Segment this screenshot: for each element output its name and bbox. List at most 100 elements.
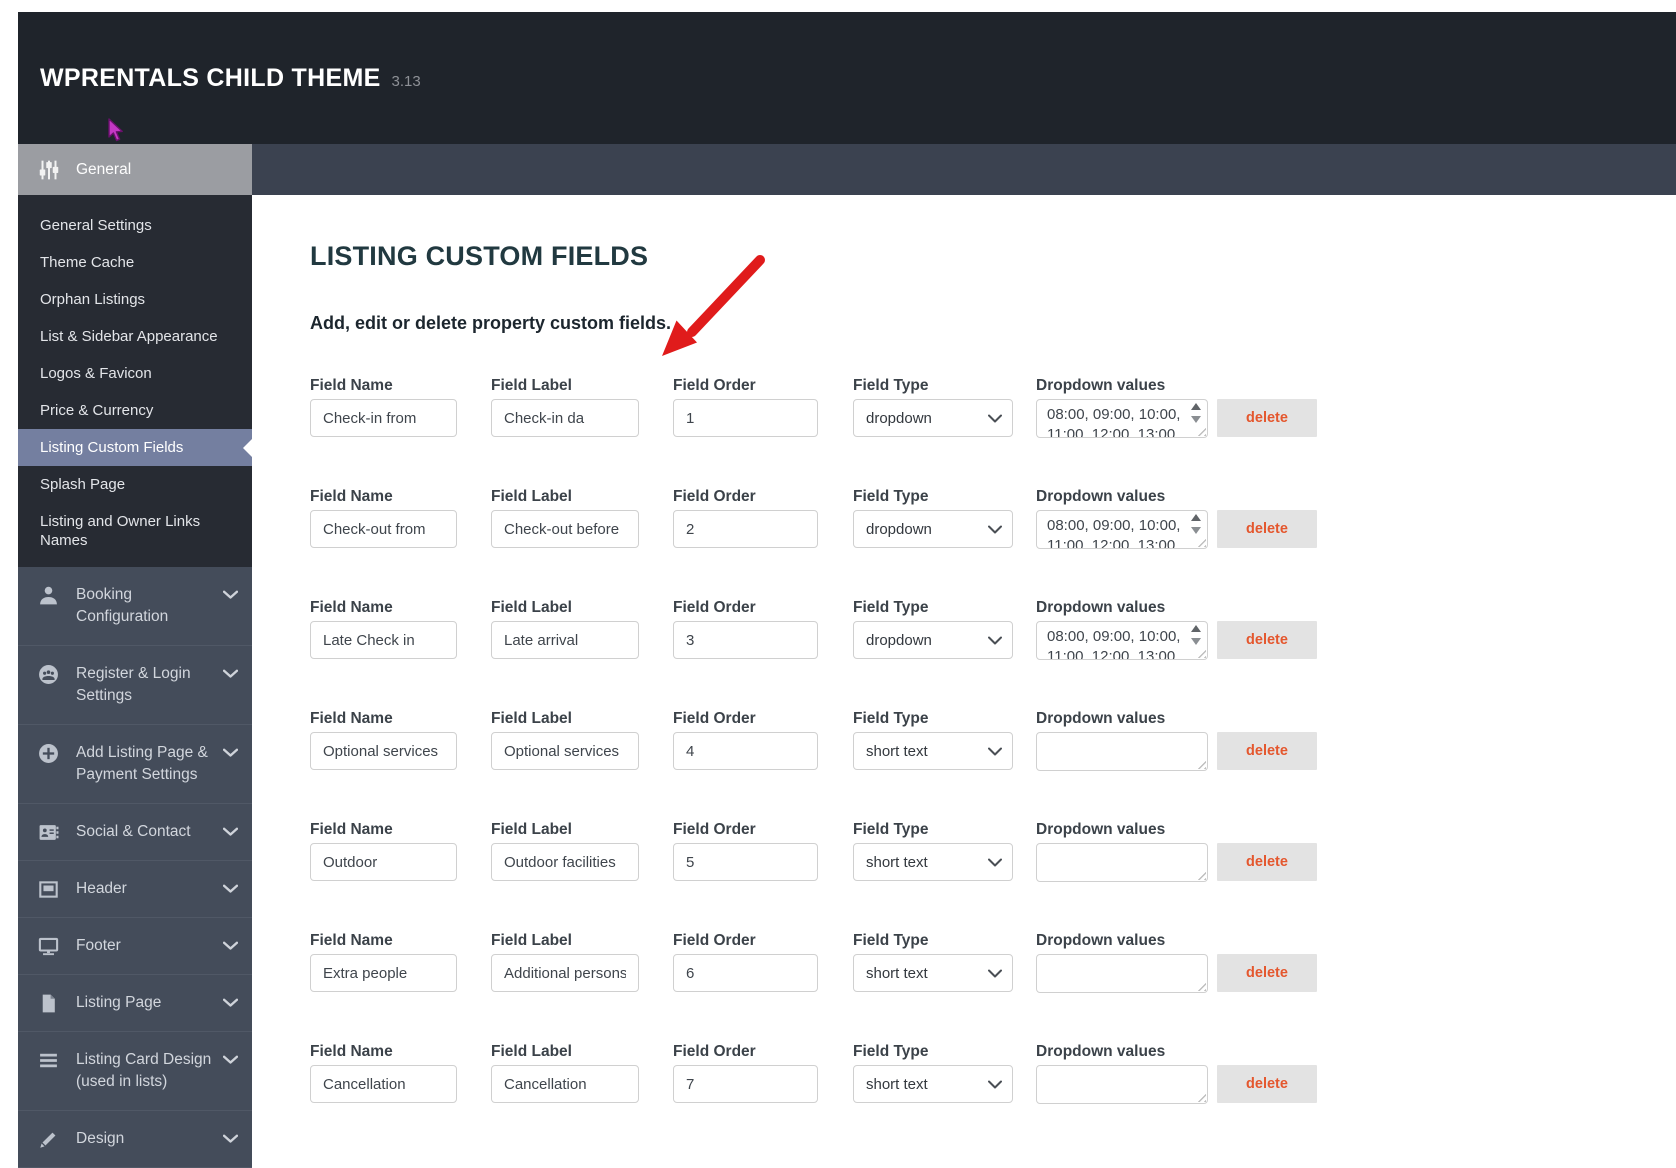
- sidebar-item[interactable]: Splash Page: [18, 466, 252, 503]
- field-order-input[interactable]: [673, 399, 818, 437]
- field-label-input[interactable]: [491, 510, 639, 548]
- delete-button[interactable]: delete: [1217, 843, 1317, 881]
- monitor-icon: [38, 936, 59, 957]
- scroll-down-icon[interactable]: [1191, 416, 1201, 423]
- sidebar-item[interactable]: Price & Currency: [18, 392, 252, 429]
- sidebar-section[interactable]: Social & Contact: [18, 804, 252, 861]
- field-label-label: Field Label: [491, 932, 572, 949]
- person-icon: [38, 585, 59, 606]
- sidebar-item[interactable]: Listing and Owner Links Names: [18, 503, 252, 559]
- field-name-label: Field Name: [310, 821, 393, 838]
- custom-field-row: Field Name Field Label Field Order Field…: [310, 821, 1317, 882]
- sidebar-item-label: Price & Currency: [40, 402, 154, 419]
- delete-button[interactable]: delete: [1217, 1065, 1317, 1103]
- sidebar-section-label: Listing Page: [76, 994, 162, 1011]
- field-order-input[interactable]: [673, 1065, 818, 1103]
- field-type-select[interactable]: dropdown: [853, 510, 1013, 548]
- delete-button[interactable]: delete: [1217, 954, 1317, 992]
- sidebar-tab-general[interactable]: General: [18, 144, 252, 195]
- sidebar-section[interactable]: Listing Page: [18, 975, 252, 1032]
- scroll-up-icon[interactable]: [1191, 625, 1201, 632]
- field-name-input[interactable]: [310, 843, 457, 881]
- field-name-input[interactable]: [310, 954, 457, 992]
- sidebar-section[interactable]: Register & Login Settings: [18, 646, 252, 725]
- plus-circle-icon: [38, 743, 59, 764]
- field-type-select[interactable]: short text: [853, 732, 1013, 770]
- textarea-scrollbar[interactable]: [1190, 625, 1202, 655]
- sidebar-item[interactable]: Orphan Listings: [18, 281, 252, 318]
- dropdown-values-label: Dropdown values: [1036, 710, 1166, 727]
- dropdown-values-textarea[interactable]: [1036, 1065, 1208, 1104]
- sidebar-section[interactable]: Listing Card Design (used in lists): [18, 1032, 252, 1111]
- field-name-input[interactable]: [310, 510, 457, 548]
- list-icon: [38, 1050, 59, 1071]
- delete-button[interactable]: delete: [1217, 510, 1317, 548]
- sidebar-section[interactable]: Footer: [18, 918, 252, 975]
- field-name-input[interactable]: [310, 621, 457, 659]
- textarea-scrollbar[interactable]: [1190, 514, 1202, 544]
- sidebar-section[interactable]: Design: [18, 1111, 252, 1168]
- field-label-input[interactable]: [491, 843, 639, 881]
- sidebar-item[interactable]: List & Sidebar Appearance: [18, 318, 252, 355]
- custom-field-row: Field Name Field Label Field Order Field…: [310, 488, 1317, 549]
- sidebar-section-label: Social & Contact: [76, 823, 191, 840]
- field-type-label: Field Type: [853, 932, 929, 949]
- scroll-down-icon[interactable]: [1191, 527, 1201, 534]
- field-name-input[interactable]: [310, 732, 457, 770]
- custom-field-row: Field Name Field Label Field Order Field…: [310, 377, 1317, 438]
- delete-button[interactable]: delete: [1217, 732, 1317, 770]
- field-name-input[interactable]: [310, 399, 457, 437]
- app-header: WPRENTALS CHILD THEME 3.13: [18, 12, 1676, 144]
- field-order-input[interactable]: [673, 954, 818, 992]
- field-type-select[interactable]: short text: [853, 954, 1013, 992]
- delete-button[interactable]: delete: [1217, 621, 1317, 659]
- field-order-label: Field Order: [673, 710, 756, 727]
- sidebar-item-label: List & Sidebar Appearance: [40, 328, 218, 345]
- field-type-select[interactable]: short text: [853, 1065, 1013, 1103]
- sidebar-item-label: Listing Custom Fields: [40, 439, 184, 456]
- sidebar-section[interactable]: Booking Configuration: [18, 567, 252, 646]
- sidebar-section-label: Header: [76, 880, 127, 897]
- sidebar-item[interactable]: Listing Custom Fields: [18, 429, 252, 466]
- sidebar-item[interactable]: Theme Cache: [18, 244, 252, 281]
- field-label-input[interactable]: [491, 954, 639, 992]
- sidebar-section[interactable]: Add Listing Page & Payment Settings: [18, 725, 252, 804]
- field-type-select[interactable]: dropdown: [853, 399, 1013, 437]
- textarea-scrollbar[interactable]: [1190, 403, 1202, 433]
- field-order-input[interactable]: [673, 732, 818, 770]
- field-name-input[interactable]: [310, 1065, 457, 1103]
- field-label-input[interactable]: [491, 399, 639, 437]
- users-icon: [38, 664, 59, 685]
- dropdown-values-textarea[interactable]: [1036, 732, 1208, 771]
- scroll-up-icon[interactable]: [1191, 514, 1201, 521]
- dropdown-values-textarea[interactable]: [1036, 843, 1208, 882]
- field-label-label: Field Label: [491, 488, 572, 505]
- field-order-input[interactable]: [673, 843, 818, 881]
- delete-button[interactable]: delete: [1217, 399, 1317, 437]
- dropdown-values-textarea[interactable]: [1036, 399, 1208, 438]
- sidebar-section[interactable]: Header: [18, 861, 252, 918]
- dropdown-values-label: Dropdown values: [1036, 1043, 1166, 1060]
- sidebar-section-label: Booking Configuration: [76, 586, 169, 625]
- scroll-down-icon[interactable]: [1191, 638, 1201, 645]
- field-order-label: Field Order: [673, 377, 756, 394]
- dropdown-values-textarea[interactable]: [1036, 621, 1208, 660]
- sidebar-section-label: Add Listing Page & Payment Settings: [76, 744, 208, 783]
- sidebar-item[interactable]: Logos & Favicon: [18, 355, 252, 392]
- field-type-label: Field Type: [853, 599, 929, 616]
- field-type-select[interactable]: short text: [853, 843, 1013, 881]
- field-order-input[interactable]: [673, 621, 818, 659]
- sidebar-section-label: Register & Login Settings: [76, 665, 191, 704]
- field-order-input[interactable]: [673, 510, 818, 548]
- scroll-up-icon[interactable]: [1191, 403, 1201, 410]
- dropdown-values-textarea[interactable]: [1036, 510, 1208, 549]
- field-type-select[interactable]: dropdown: [853, 621, 1013, 659]
- field-label-input[interactable]: [491, 621, 639, 659]
- custom-fields-list: Field Name Field Label Field Order Field…: [310, 377, 1317, 1154]
- field-label-label: Field Label: [491, 599, 572, 616]
- sidebar-item[interactable]: General Settings: [18, 207, 252, 244]
- field-label-input[interactable]: [491, 732, 639, 770]
- dropdown-values-textarea[interactable]: [1036, 954, 1208, 993]
- field-label-input[interactable]: [491, 1065, 639, 1103]
- contact-card-icon: [38, 822, 59, 843]
